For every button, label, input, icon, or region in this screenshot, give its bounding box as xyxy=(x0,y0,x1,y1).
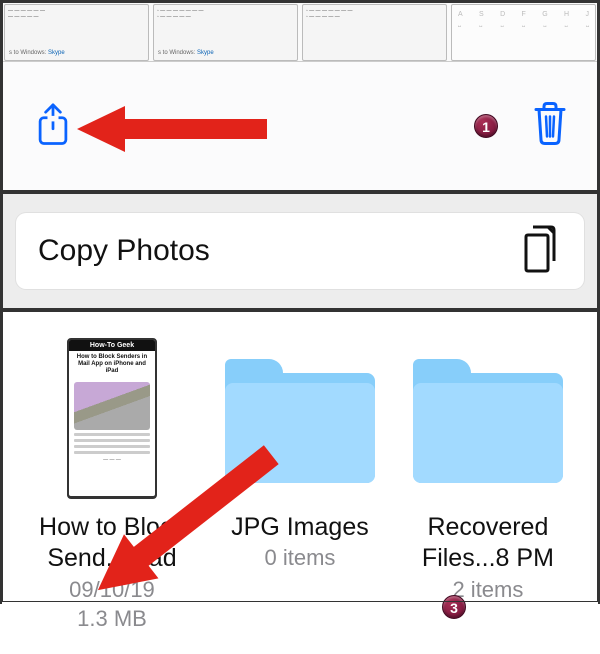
file-name: How to Block Send...iPad xyxy=(39,512,185,575)
document-thumbnail: How-To Geek How to Block Senders in Mail… xyxy=(67,338,157,498)
file-date: 09/10/19 xyxy=(69,575,155,605)
callout-badge-3: 3 xyxy=(442,595,466,619)
keyboard-thumb[interactable]: ASDFGHJ ⎵⎵⎵⎵⎵⎵⎵ xyxy=(451,4,596,61)
share-icon xyxy=(33,103,73,149)
safari-thumb-1[interactable]: — — — — — —— — — — — s to Windows: Skype xyxy=(4,4,149,61)
file-size: 1.3 MB xyxy=(77,604,147,634)
file-name: JPG Images xyxy=(231,512,369,543)
app-switcher-thumbnails: — — — — — —— — — — — s to Windows: Skype… xyxy=(2,2,598,62)
callout-badge-1: 1 xyxy=(474,114,498,138)
file-item-document[interactable]: How-To Geek How to Block Senders in Mail… xyxy=(18,332,206,634)
toolbar-step-1: 1 xyxy=(2,62,598,192)
copy-icon xyxy=(518,225,562,278)
file-item-count: 0 items xyxy=(264,543,335,573)
delete-button[interactable] xyxy=(530,102,570,151)
safari-thumb-3[interactable]: ◦ — — — — — — —◦ — — — — — xyxy=(302,4,447,61)
file-name: Recovered Files...8 PM xyxy=(422,512,554,575)
files-grid-step-3: How-To Geek How to Block Senders in Mail… xyxy=(2,310,598,654)
folder-icon xyxy=(413,373,563,483)
copy-photos-row[interactable]: Copy Photos xyxy=(16,213,584,289)
share-sheet-step-2: Copy Photos 2 xyxy=(2,192,598,310)
trash-icon xyxy=(530,102,570,146)
share-button[interactable] xyxy=(30,103,76,149)
copy-photos-label: Copy Photos xyxy=(38,234,210,268)
file-item-folder-jpg[interactable]: JPG Images 0 items xyxy=(206,332,394,634)
red-arrow-1 xyxy=(77,104,267,154)
safari-thumb-2[interactable]: ◦ — — — — — — —◦ — — — — — s to Windows:… xyxy=(153,4,298,61)
folder-icon xyxy=(225,373,375,483)
file-item-folder-recovered[interactable]: Recovered Files...8 PM 2 items xyxy=(394,332,582,634)
